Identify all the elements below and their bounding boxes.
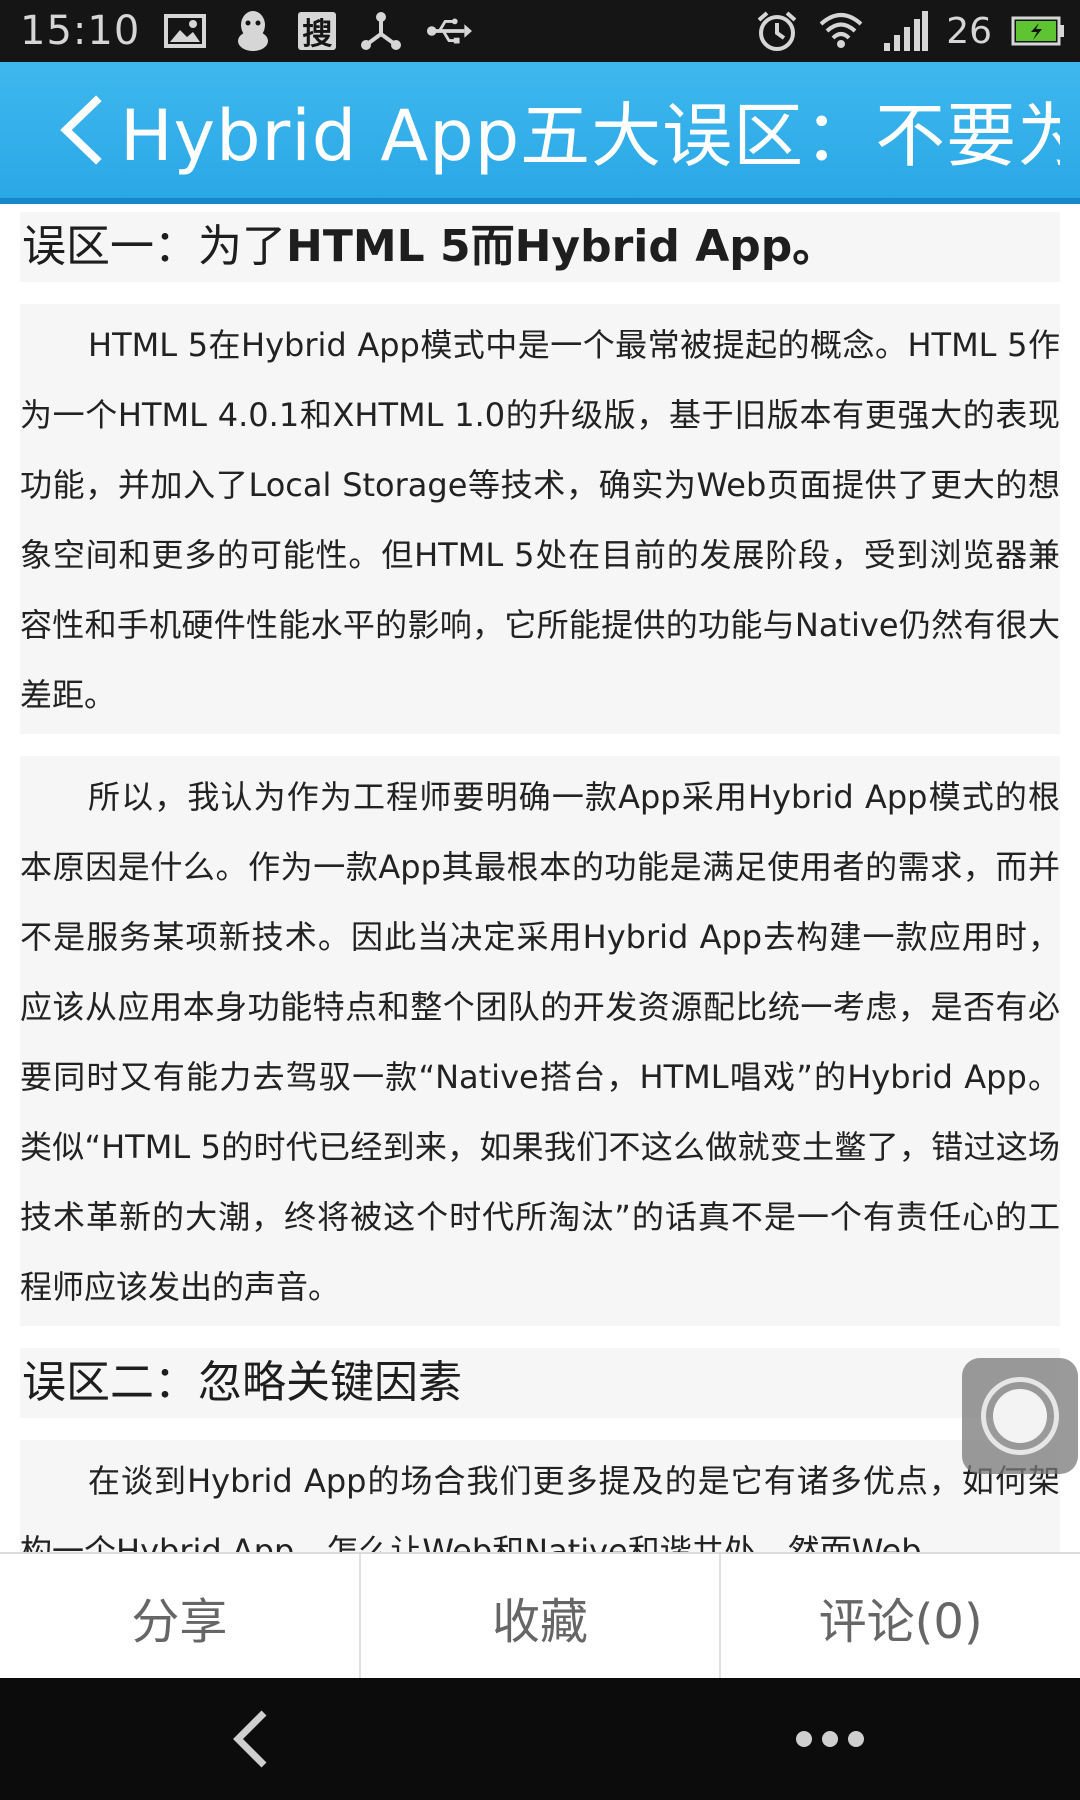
- assistive-touch-button[interactable]: [962, 1358, 1078, 1474]
- usb-icon: [426, 8, 473, 54]
- section-heading: 误区二：忽略关键因素: [20, 1348, 1060, 1418]
- section2-heading: 误区二：忽略关键因素: [22, 1357, 462, 1408]
- signal-icon: [882, 8, 929, 54]
- nav-back-button[interactable]: [190, 1689, 310, 1789]
- section-heading: 误区一：为了HTML 5而Hybrid App。: [20, 212, 1060, 282]
- title-bar: Hybrid App五大误区：不要为..: [0, 62, 1080, 204]
- section1-heading-bold: HTML 5而Hybrid App。: [286, 221, 837, 272]
- image-icon: [162, 8, 208, 54]
- more-dots-icon: [796, 1731, 812, 1747]
- paragraph-3: 在谈到Hybrid App的场合我们更多提及的是它有诸多优点，如何架构一个Hyb…: [20, 1462, 1060, 1552]
- wifi-icon: [818, 8, 864, 54]
- alarm-icon: [754, 8, 800, 54]
- comment-button[interactable]: 评论(0): [721, 1554, 1080, 1680]
- back-button[interactable]: [40, 80, 120, 180]
- status-system-icons: 26: [754, 8, 1066, 54]
- favorite-button[interactable]: 收藏: [361, 1554, 722, 1680]
- status-time: 15:10: [20, 8, 141, 54]
- share-button[interactable]: 分享: [0, 1554, 361, 1680]
- paragraph-block: 所以，我认为作为工程师要明确一款App采用Hybrid App模式的根本原因是什…: [20, 756, 1060, 1326]
- network-share-icon: [358, 8, 404, 54]
- paragraph-1: HTML 5在Hybrid App模式中是一个最常被提起的概念。HTML 5作为…: [20, 326, 1060, 714]
- nav-more-button[interactable]: [770, 1689, 890, 1789]
- paragraph-block: 在谈到Hybrid App的场合我们更多提及的是它有诸多优点，如何架构一个Hyb…: [20, 1440, 1060, 1552]
- qq-penguin-icon: [230, 8, 276, 54]
- status-notification-icons: 搜: [162, 8, 473, 54]
- sougou-search-icon: 搜: [298, 12, 337, 52]
- system-nav-bar: [0, 1678, 1080, 1800]
- paragraph-2: 所以，我认为作为工程师要明确一款App采用Hybrid App模式的根本原因是什…: [20, 778, 1060, 1306]
- paragraph-block: HTML 5在Hybrid App模式中是一个最常被提起的概念。HTML 5作为…: [20, 304, 1060, 734]
- assistive-touch-icon: [981, 1377, 1059, 1455]
- article-content: 误区一：为了HTML 5而Hybrid App。 HTML 5在Hybrid A…: [20, 212, 1060, 1552]
- battery-charging-icon: [1010, 8, 1066, 54]
- nav-back-icon: [233, 1710, 267, 1768]
- bottom-action-bar: 分享 收藏 评论(0): [0, 1552, 1080, 1680]
- page-title: Hybrid App五大误区：不要为..: [120, 94, 1060, 177]
- chevron-left-icon: [60, 95, 102, 165]
- battery-level-text: 26: [946, 10, 992, 52]
- section1-heading-prefix: 误区一：为了: [22, 221, 286, 272]
- status-bar: 15:10 搜 26: [0, 0, 1080, 62]
